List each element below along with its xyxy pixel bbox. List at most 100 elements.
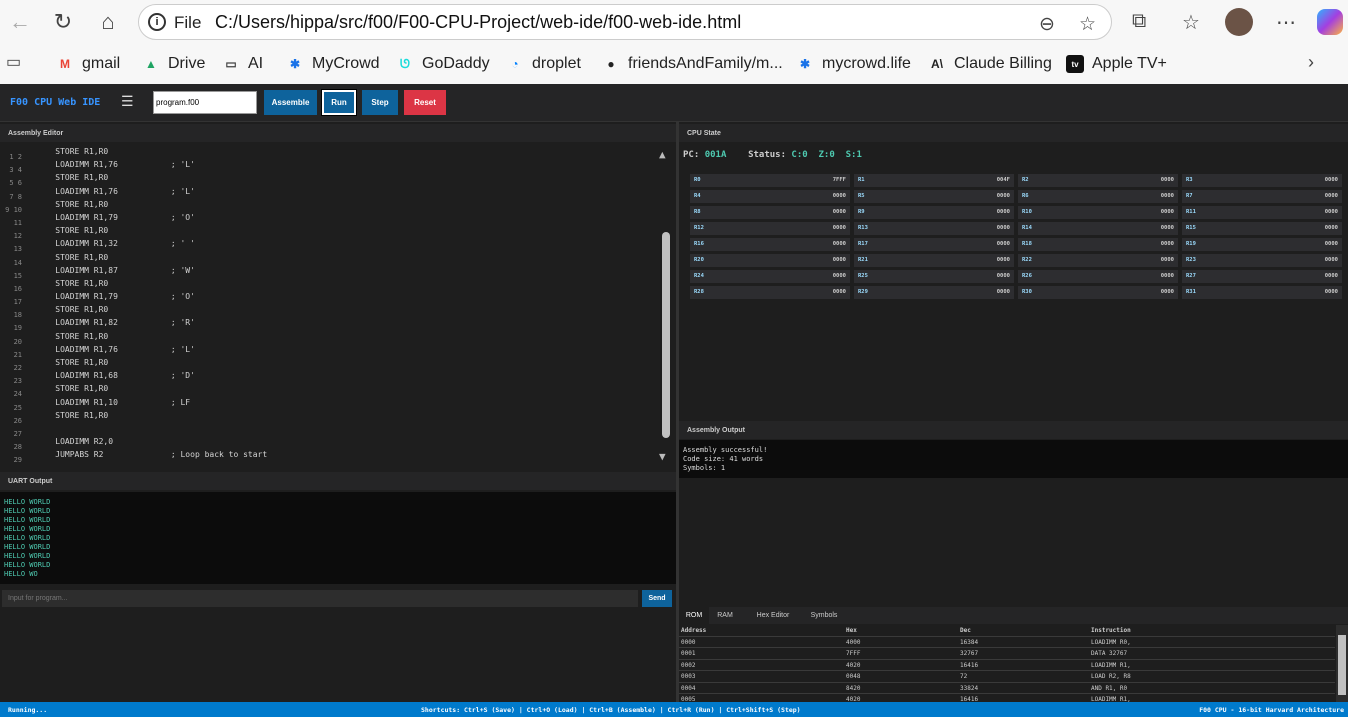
back-arrow-icon[interactable]: ← <box>6 8 34 36</box>
table-row[interactable]: 0001 7FFF 32767 DATA 32767 <box>679 648 1335 660</box>
register-r9: R9 0000 <box>854 206 1014 219</box>
table-row[interactable]: 0002 4020 16416 LOADIMM R1, <box>679 660 1335 671</box>
uart-input[interactable]: Input for program... <box>2 590 638 607</box>
extensions-icon[interactable]: ⧉ <box>1132 10 1146 33</box>
register-value: 0000 <box>1324 193 1338 199</box>
table-row[interactable]: 0000 4000 16384 LOADIMM R0, <box>679 637 1335 648</box>
register-value: 0000 <box>1160 209 1174 215</box>
code-line[interactable]: STORE R1,R0 <box>36 171 267 184</box>
code-line[interactable]: STORE R1,R0 <box>36 382 267 395</box>
code-area[interactable]: STORE R1,R0 LOADIMM R1,76 ; 'L' STORE R1… <box>36 142 267 462</box>
register-r11: R11 0000 <box>1182 206 1342 219</box>
code-line[interactable]: STORE R1,R0 <box>36 330 267 343</box>
register-name: R0 <box>694 177 701 183</box>
code-line[interactable]: LOADIMM R1,79 ; 'O' <box>36 290 267 303</box>
code-line[interactable]: STORE R1,R0 <box>36 409 267 422</box>
send-button[interactable]: Send <box>642 590 672 607</box>
register-r16: R16 0000 <box>690 238 850 251</box>
scrollbar-thumb[interactable] <box>662 232 670 438</box>
profile-avatar[interactable] <box>1225 8 1253 36</box>
code-line[interactable]: STORE R1,R0 <box>36 198 267 211</box>
bookmark-item[interactable]: A\ Claude Billing <box>928 54 1052 74</box>
code-line[interactable]: LOADIMM R1,76 ; 'L' <box>36 158 267 171</box>
tab-symbols[interactable]: Symbols <box>805 607 843 624</box>
info-icon[interactable]: i <box>148 13 166 31</box>
table-row[interactable]: 0004 8420 33824 AND R1, R0 <box>679 683 1335 694</box>
register-name: R8 <box>694 209 701 215</box>
code-line[interactable]: STORE R1,R0 <box>36 277 267 290</box>
scroll-down-icon[interactable]: ▼ <box>659 450 666 463</box>
code-line[interactable]: STORE R1,R0 <box>36 356 267 369</box>
register-name: R13 <box>858 225 868 231</box>
rom-scrollbar[interactable] <box>1336 625 1348 703</box>
bookmark-item[interactable]: ✱ mycrowd.life <box>796 54 911 74</box>
tab-rom[interactable]: ROM <box>679 607 709 624</box>
code-line[interactable]: LOADIMM R1,87 ; 'W' <box>36 264 267 277</box>
step-button[interactable]: Step <box>362 90 398 115</box>
chevron-right-icon[interactable]: › <box>1308 52 1314 73</box>
editor-scrollbar[interactable]: ▲ ▼ <box>658 146 674 466</box>
bookmark-item[interactable]: tv Apple TV+ <box>1066 54 1167 74</box>
copilot-icon[interactable] <box>1317 9 1343 35</box>
code-line[interactable]: STORE R1,R0 <box>36 251 267 264</box>
assembly-output: Assembly successful! Code size: 41 words S… <box>679 440 1348 478</box>
bookmark-label: MyCrowd <box>312 55 380 72</box>
code-line[interactable]: STORE R1,R0 <box>36 145 267 158</box>
tab-ram[interactable]: RAM <box>709 607 741 624</box>
favorite-star-icon[interactable]: ☆ <box>1079 13 1096 36</box>
code-line[interactable]: LOADIMM R1,76 ; 'L' <box>36 343 267 356</box>
register-value: 0000 <box>1160 289 1174 295</box>
bookmark-item[interactable]: Mgmail <box>56 54 120 74</box>
bookmark-item[interactable]: ▲ Drive <box>142 54 205 74</box>
code-line[interactable]: LOADIMM R1,79 ; 'O' <box>36 211 267 224</box>
code-line[interactable]: LOADIMM R1,68 ; 'D' <box>36 369 267 382</box>
code-line[interactable] <box>36 422 267 435</box>
memory-tabs: ROM RAM Hex Editor Symbols <box>679 607 1348 624</box>
zoom-out-icon[interactable]: ⊖ <box>1039 13 1055 36</box>
assembly-editor[interactable]: 1 2 3 4 5 6 7 8 9 10 11 12 13 14 15 16 17 18 19 20 21 22… <box>0 142 676 470</box>
bookmark-label: AI <box>248 55 264 72</box>
more-icon[interactable]: ⋯ <box>1276 10 1296 35</box>
scroll-up-icon[interactable]: ▲ <box>659 148 666 161</box>
code-line[interactable]: STORE R1,R0 <box>36 224 267 237</box>
bookmark-item[interactable]: ▭ AI <box>222 54 263 74</box>
register-name: R1 <box>858 177 865 183</box>
code-line[interactable]: LOADIMM R1,76 ; 'L' <box>36 185 267 198</box>
filename-input[interactable]: program.f00 <box>153 91 257 114</box>
register-name: R17 <box>858 241 868 247</box>
bookmark-item[interactable]: ● friendsAndFamily/m... <box>602 54 782 74</box>
code-line[interactable]: JUMPABS R2 ; Loop back to start <box>36 448 267 461</box>
code-line[interactable]: LOADIMM R1,82 ; 'R' <box>36 316 267 329</box>
uart-line: HELLO WORLD <box>4 516 51 524</box>
bookmark-label: Apple TV+ <box>1092 55 1167 72</box>
run-button[interactable]: Run <box>321 89 357 116</box>
code-line[interactable]: LOADIMM R1,32 ; ' ' <box>36 237 267 250</box>
github-icon: ● <box>607 57 615 71</box>
bookmark-item[interactable]: ◔ droplet <box>506 54 581 74</box>
assemble-button[interactable]: Assemble <box>264 90 317 115</box>
code-line[interactable]: LOADIMM R2,0 <box>36 435 267 448</box>
mycrowd-icon: ✱ <box>799 57 811 71</box>
scrollbar-thumb[interactable] <box>1338 635 1346 695</box>
bookmark-item[interactable]: ✱ MyCrowd <box>286 54 380 74</box>
line-number: 1 2 <box>9 153 22 161</box>
table-row[interactable]: 0003 0048 72 LOAD R2, R8 <box>679 671 1335 683</box>
code-line[interactable]: LOADIMM R1,10 ; LF <box>36 396 267 409</box>
favorites-icon[interactable]: ☆ <box>1182 10 1200 35</box>
menu-icon[interactable]: ☰ <box>121 94 134 110</box>
code-line[interactable]: STORE R1,R0 <box>36 303 267 316</box>
register-name: R6 <box>1022 193 1029 199</box>
register-name: R31 <box>1186 289 1196 295</box>
table-cell: 0000 <box>681 638 696 646</box>
home-icon[interactable]: ⌂ <box>94 8 122 36</box>
url-text[interactable]: C:/Users/hippa/src/f00/F00-CPU-Project/w… <box>215 12 741 33</box>
line-number: 24 <box>13 390 22 399</box>
table-cell: 72 <box>960 673 968 680</box>
bookmark-item[interactable]: ᘎ GoDaddy <box>396 54 490 74</box>
reset-button[interactable]: Reset <box>404 90 446 115</box>
register-name: R2 <box>1022 177 1029 183</box>
tab-hex-editor[interactable]: Hex Editor <box>741 607 805 624</box>
refresh-icon[interactable]: ↻ <box>49 8 77 36</box>
tab-actions-icon[interactable]: ▭ <box>6 52 21 72</box>
address-bar[interactable]: i File C:/Users/hippa/src/f00/F00-CPU-Pr… <box>138 4 1112 40</box>
